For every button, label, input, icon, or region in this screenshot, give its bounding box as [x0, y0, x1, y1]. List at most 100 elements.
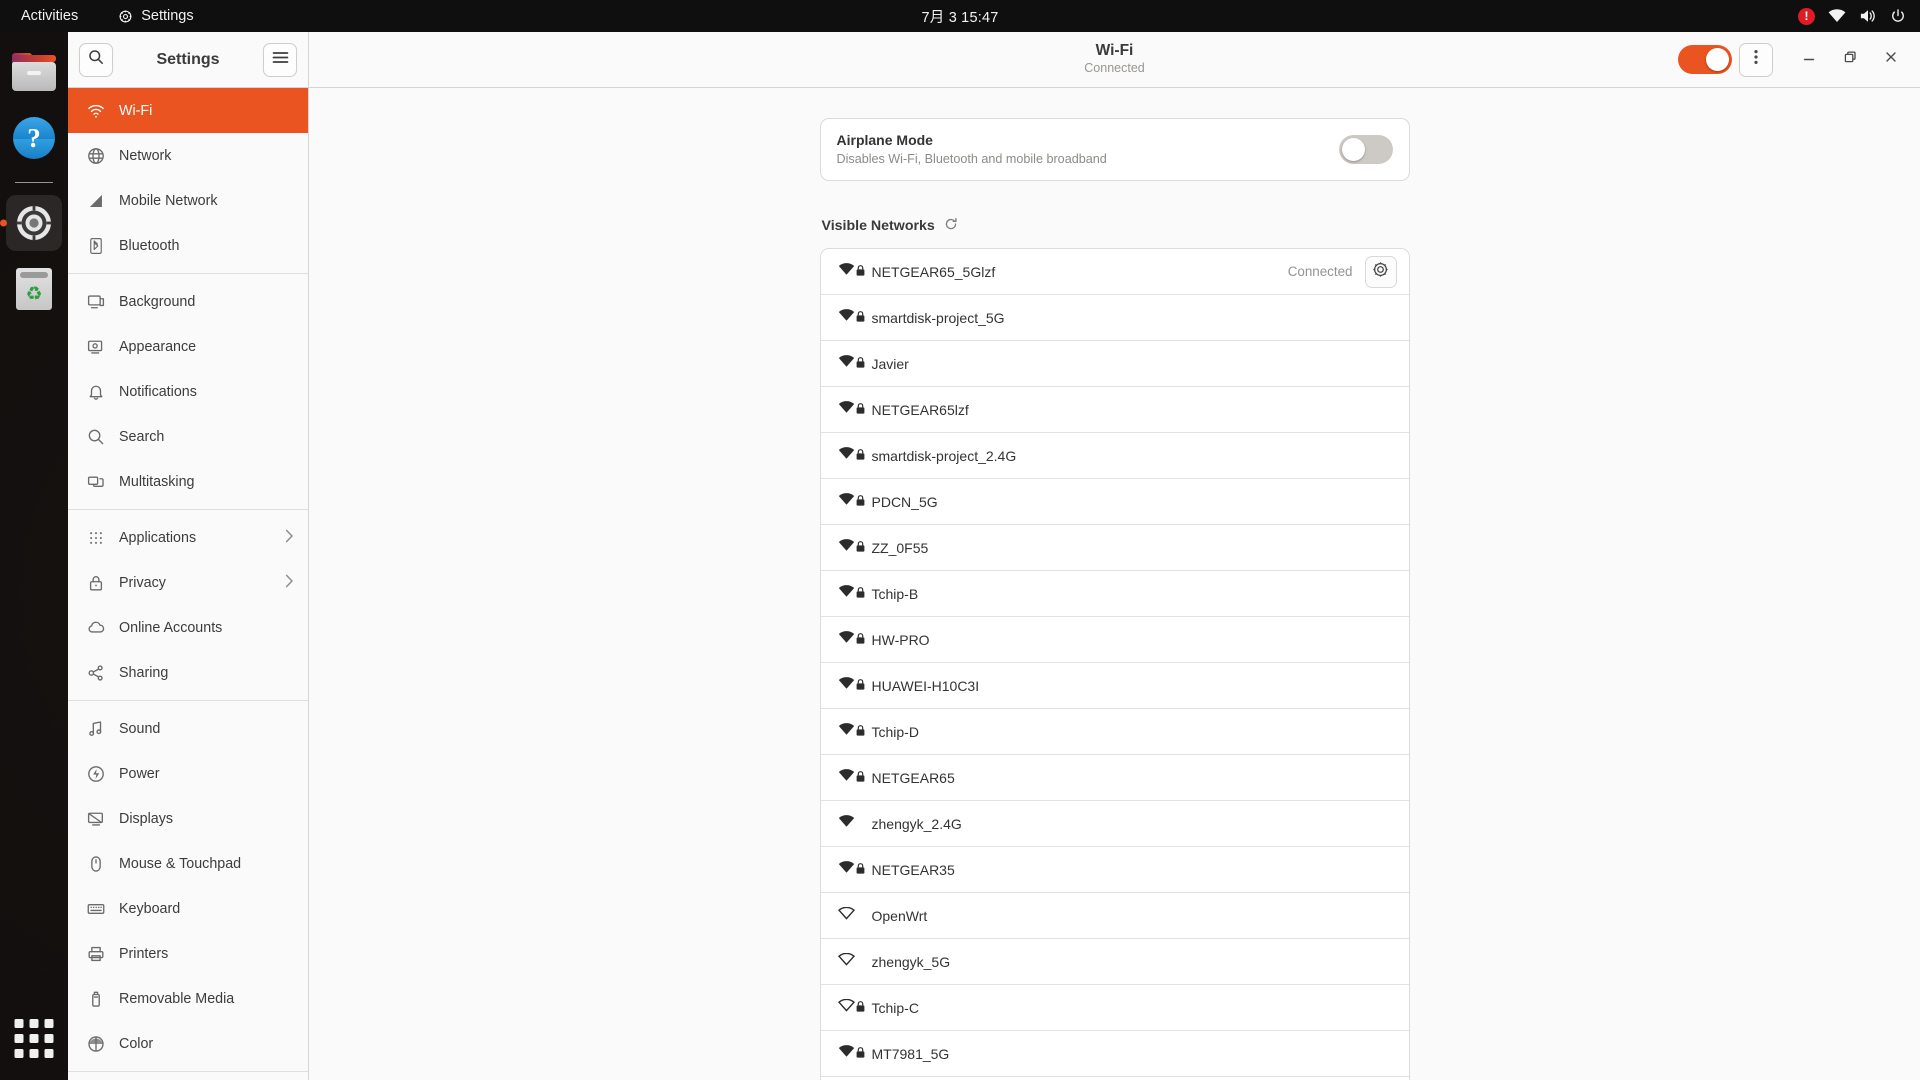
network-row[interactable]: Tchip-B — [820, 571, 1409, 618]
maximize-button[interactable] — [1833, 43, 1867, 77]
mouse-icon — [86, 854, 105, 873]
cloud-icon — [86, 618, 105, 637]
sidebar-item-appearance[interactable]: Appearance — [68, 324, 308, 369]
share-icon — [86, 663, 105, 682]
sidebar-item-multitasking[interactable]: Multitasking — [68, 459, 308, 504]
app-menu-label: Settings — [141, 8, 194, 24]
airplane-mode-card[interactable]: Airplane Mode Disables Wi-Fi, Bluetooth … — [819, 118, 1410, 182]
wifi-signal-icon — [837, 998, 855, 1017]
network-settings-button[interactable] — [1364, 255, 1397, 288]
sidebar-item-wi-fi[interactable]: Wi-Fi — [68, 88, 308, 133]
wifi-toggle[interactable] — [1678, 45, 1732, 74]
sidebar-item-label: Network — [119, 147, 172, 164]
background-icon — [86, 292, 105, 311]
main-menu-button[interactable] — [263, 42, 297, 77]
clock-button[interactable]: 7月 3 15:47 — [922, 6, 999, 27]
sidebar-item-mobile-network[interactable]: Mobile Network — [68, 178, 308, 223]
network-row[interactable]: NETGEAR35 — [820, 847, 1409, 894]
gear-icon — [118, 9, 133, 24]
sidebar-item-displays[interactable]: Displays — [68, 796, 308, 841]
sidebar-item-sharing[interactable]: Sharing — [68, 650, 308, 695]
window-controls — [1678, 42, 1908, 77]
sidebar-item-privacy[interactable]: Privacy — [68, 560, 308, 605]
sidebar-item-label: Search — [119, 428, 165, 445]
wifi-signal-icon — [838, 630, 855, 649]
network-row[interactable]: HW-PRO — [820, 617, 1409, 664]
sidebar-item-applications[interactable]: Applications — [68, 515, 308, 560]
alert-indicator-icon[interactable]: ! — [1798, 7, 1815, 25]
volume-indicator-icon[interactable] — [1859, 8, 1877, 24]
sidebar-item-power[interactable]: Power — [68, 751, 308, 796]
network-row[interactable]: Javier — [820, 341, 1409, 388]
dock-item-settings[interactable] — [6, 195, 62, 251]
dock-item-trash[interactable]: ♻ — [6, 261, 62, 317]
wifi-signal-icon — [838, 814, 855, 833]
network-ssid: Tchip-B — [871, 585, 919, 602]
overflow-menu-button[interactable] — [1739, 42, 1773, 77]
sidebar-item-notifications[interactable]: Notifications — [68, 369, 308, 414]
dock-item-help[interactable]: ? — [6, 110, 62, 166]
airplane-mode-toggle[interactable] — [1338, 135, 1393, 165]
network-ssid: NETGEAR65lzf — [871, 401, 969, 418]
network-row[interactable]: PDCN_5G — [820, 479, 1409, 526]
network-signal-group — [837, 906, 872, 925]
sidebar-item-sound[interactable]: Sound — [68, 706, 308, 751]
network-row[interactable]: smartdisk-project_2.4G — [820, 433, 1409, 480]
app-menu-button[interactable]: Settings — [111, 4, 200, 28]
network-row[interactable]: Tchip-D — [820, 709, 1409, 756]
network-row[interactable]: MT7981_5G — [820, 1031, 1409, 1078]
minimize-button[interactable] — [1792, 43, 1826, 77]
lock-icon — [856, 539, 865, 557]
appearance-icon — [86, 337, 105, 356]
wifi-signal-icon — [838, 584, 855, 603]
minimize-icon — [1802, 50, 1816, 69]
sidebar: Wi-Fi Network Mobile Network Bluetooth Backg… — [68, 88, 309, 1080]
network-row[interactable]: zhengyk_2.4G — [820, 801, 1409, 848]
sidebar-item-background[interactable]: Background — [68, 279, 308, 324]
sidebar-item-keyboard[interactable]: Keyboard — [68, 886, 308, 931]
show-applications-button[interactable] — [14, 1019, 54, 1058]
wifi-indicator-icon[interactable] — [1828, 9, 1846, 23]
network-row[interactable]: NETGEAR65lzf — [820, 387, 1409, 434]
network-signal-group — [838, 354, 872, 373]
sidebar-item-search[interactable]: Search — [68, 414, 308, 459]
sidebar-item-bluetooth[interactable]: Bluetooth — [68, 223, 308, 268]
sidebar-item-printers[interactable]: Printers — [68, 931, 308, 976]
dock-item-files[interactable] — [6, 44, 62, 100]
network-row[interactable]: HUAWEI-H10C3I — [820, 663, 1409, 710]
network-row[interactable]: OpenWrt — [820, 893, 1409, 940]
windows-icon — [86, 472, 105, 491]
wifi-signal-icon — [837, 952, 855, 971]
network-signal-group — [837, 998, 872, 1017]
alert-badge-label: ! — [1798, 7, 1815, 25]
globe-icon — [86, 146, 105, 165]
network-ssid: MT7981_5G — [871, 1045, 950, 1062]
activities-button[interactable]: Activities — [14, 4, 85, 28]
network-row[interactable]: zhengyk_5G — [820, 939, 1409, 986]
sidebar-item-online-accounts[interactable]: Online Accounts — [68, 605, 308, 650]
system-indicators[interactable]: ! — [1798, 7, 1920, 25]
network-ssid: Tchip-D — [871, 723, 919, 740]
wifi-signal-icon — [838, 308, 855, 327]
network-row[interactable]: NETGEAR65 — [820, 755, 1409, 802]
power-indicator-icon[interactable] — [1890, 8, 1906, 24]
wifi-signal-icon — [838, 860, 855, 879]
sidebar-item-label: Online Accounts — [119, 619, 223, 636]
search-button[interactable] — [79, 42, 113, 77]
wifi-signal-icon — [838, 262, 855, 281]
sidebar-item-network[interactable]: Network — [68, 133, 308, 178]
network-row[interactable]: NETGEAR65_5Glzf Connected — [820, 249, 1409, 296]
sidebar-item-color[interactable]: Color — [68, 1021, 308, 1066]
close-button[interactable] — [1874, 43, 1908, 77]
network-status-label: Connected — [1287, 264, 1353, 280]
network-row[interactable]: Tchip-C — [820, 985, 1409, 1032]
activities-label: Activities — [21, 8, 79, 24]
network-row[interactable]: smartdisk-project_5G — [820, 295, 1409, 342]
sidebar-item-removable-media[interactable]: Removable Media — [68, 976, 308, 1021]
sidebar-item-label: Wi-Fi — [119, 102, 153, 119]
lock-icon — [856, 723, 865, 741]
sidebar-item-mouse-touchpad[interactable]: Mouse & Touchpad — [68, 841, 308, 886]
sidebar-item-label: Sharing — [119, 664, 169, 681]
network-row[interactable]: ZZ_0F55 — [820, 525, 1409, 572]
refresh-spinner-icon — [944, 217, 958, 235]
